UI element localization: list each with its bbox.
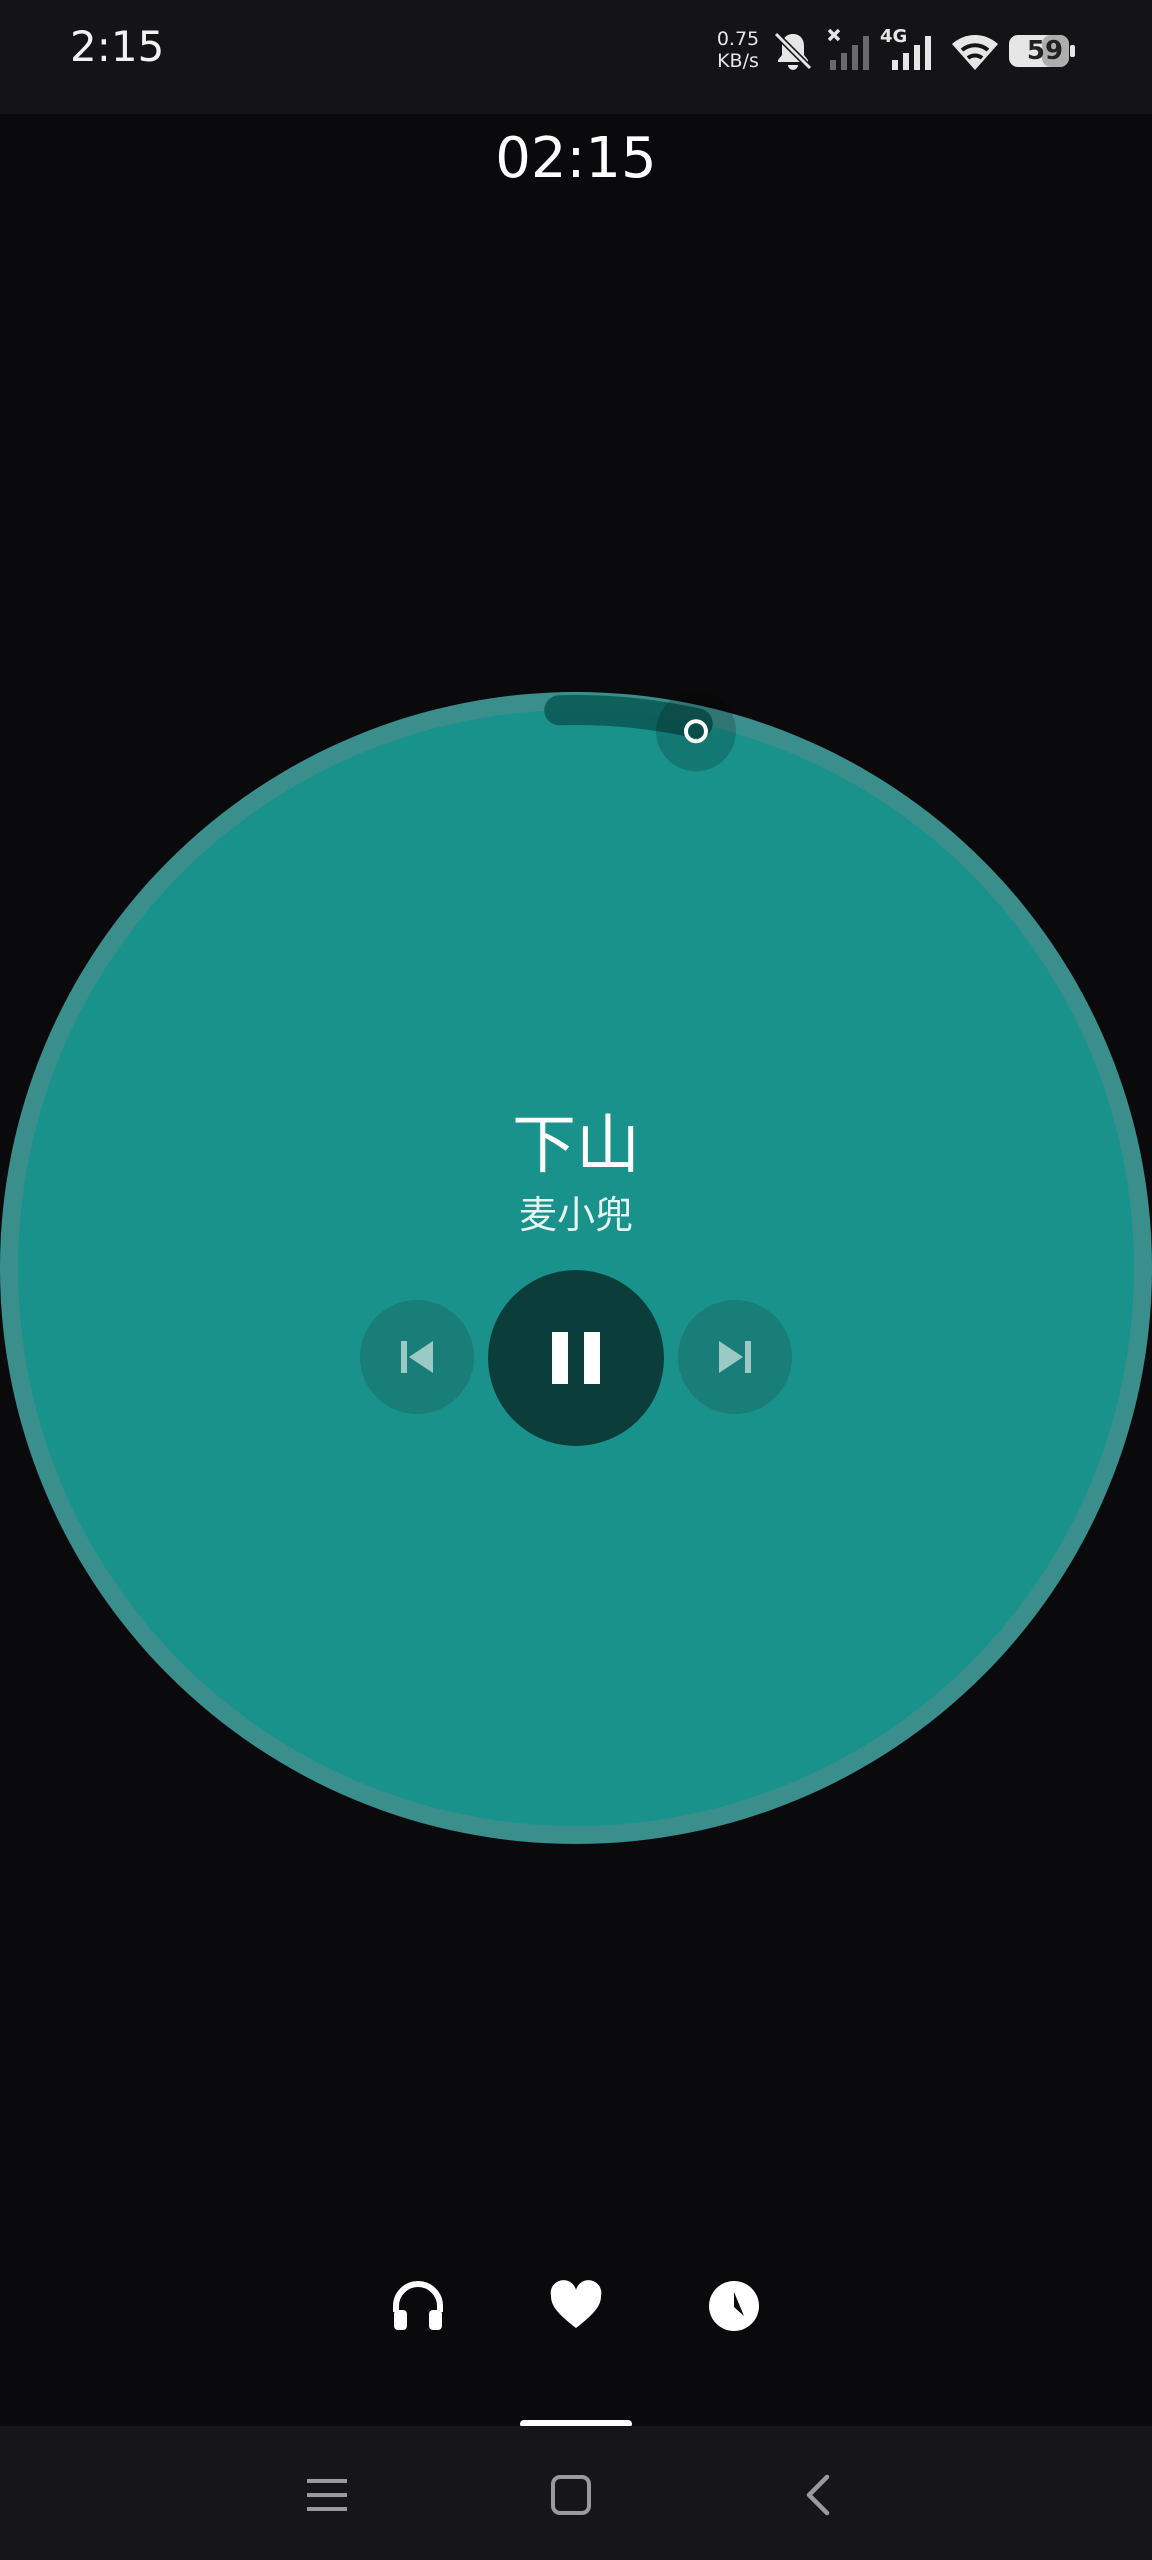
wifi-icon xyxy=(952,35,998,70)
progress-ring[interactable] xyxy=(0,692,1152,1844)
nav-bar xyxy=(0,2426,1152,2560)
song-artist: 麦小兜 xyxy=(518,1193,633,1237)
signal-sim1-no-service-icon xyxy=(827,28,869,70)
menu-icon xyxy=(307,2479,347,2511)
clock-icon xyxy=(709,2281,759,2331)
status-bar: 2:15 0.75 KB/s 4G 59 xyxy=(0,0,1152,114)
heart-icon xyxy=(550,2280,602,2328)
net-speed-value: 0.75 xyxy=(716,28,760,50)
skip-previous-icon xyxy=(401,1341,433,1373)
net-speed-unit: KB/s xyxy=(717,50,759,72)
tab-favorites[interactable] xyxy=(540,2270,612,2342)
player-disc[interactable] xyxy=(0,692,1152,1844)
headphones-icon xyxy=(393,2281,443,2330)
next-button[interactable] xyxy=(678,1300,792,1414)
clock-time: 02:15 xyxy=(495,126,657,191)
song-title: 下山 xyxy=(512,1109,640,1183)
home-square-icon xyxy=(551,2475,591,2515)
progress-thumb-halo xyxy=(655,692,736,772)
play-pause-button[interactable] xyxy=(488,1270,664,1446)
nav-menu-button[interactable] xyxy=(292,2460,362,2530)
net-speed: 0.75 KB/s xyxy=(716,28,760,72)
nav-back-button[interactable] xyxy=(784,2460,854,2530)
bell-muted-icon xyxy=(773,31,813,71)
battery-level: 59 xyxy=(1026,36,1064,66)
signal-sim2-icon xyxy=(892,36,931,70)
status-time: 2:15 xyxy=(70,22,165,71)
tab-history[interactable] xyxy=(698,2270,770,2342)
nav-home-button[interactable] xyxy=(536,2460,606,2530)
skip-next-icon xyxy=(719,1341,751,1373)
previous-button[interactable] xyxy=(360,1300,474,1414)
back-chevron-icon xyxy=(806,2474,830,2516)
tab-headphones[interactable] xyxy=(382,2270,454,2342)
pause-icon xyxy=(552,1332,600,1384)
